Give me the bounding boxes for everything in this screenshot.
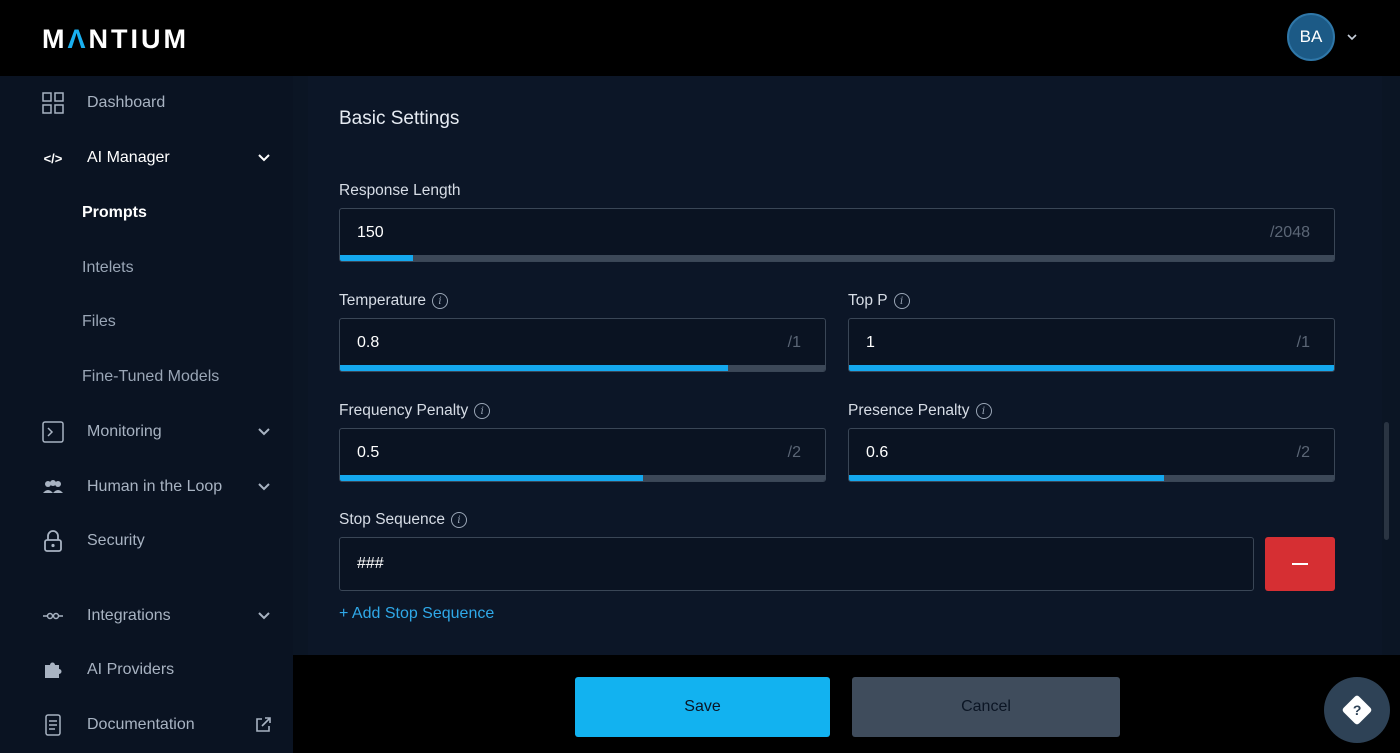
top-p-value: 1: [866, 334, 875, 351]
help-icon: ?: [1341, 694, 1373, 726]
info-icon[interactable]: i: [432, 293, 449, 309]
external-link-icon[interactable]: [254, 716, 272, 734]
presence-penalty-label: Presence Penalty i: [848, 402, 992, 420]
sidebar-item-ai-providers[interactable]: AI Providers: [0, 650, 293, 690]
terminal-icon: [42, 421, 64, 443]
plug-icon: [42, 605, 64, 627]
sidebar-subitem-files[interactable]: Files: [82, 307, 116, 337]
chevron-down-icon[interactable]: [256, 150, 272, 166]
chevron-down-icon[interactable]: [256, 479, 272, 495]
slider-fill[interactable]: [340, 255, 413, 261]
grid-icon: [42, 92, 64, 114]
save-button[interactable]: Save: [575, 677, 830, 737]
top-p-input[interactable]: 1 /1: [848, 318, 1335, 372]
cancel-button[interactable]: Cancel: [852, 677, 1120, 737]
info-icon[interactable]: i: [451, 512, 468, 528]
minus-icon: [1292, 563, 1308, 565]
stop-sequence-value: ###: [357, 555, 384, 572]
response-length-label: Response Length: [339, 182, 461, 199]
presence-penalty-max: /2: [1296, 444, 1310, 461]
sidebar-item-monitoring[interactable]: Monitoring: [0, 412, 293, 452]
slider-fill[interactable]: [849, 475, 1165, 481]
sidebar-item-label: Monitoring: [87, 423, 162, 440]
puzzle-icon: [42, 659, 64, 681]
response-length-input[interactable]: 150 /2048: [339, 208, 1335, 262]
slider-track[interactable]: [340, 255, 1334, 261]
stop-sequence-input[interactable]: ###: [339, 537, 1254, 591]
sidebar-subitem-prompts[interactable]: Prompts: [82, 198, 147, 228]
top-bar: MΛNTIUM BA: [0, 0, 1400, 76]
chevron-down-icon[interactable]: [1345, 30, 1359, 44]
scrollbar[interactable]: [1384, 422, 1389, 540]
people-icon: [42, 476, 64, 498]
frequency-penalty-input[interactable]: 0.5 /2: [339, 428, 826, 482]
sidebar-item-security[interactable]: Security: [0, 521, 293, 561]
section-title: Basic Settings: [339, 108, 460, 129]
temperature-label: Temperature i: [339, 292, 449, 310]
slider-fill[interactable]: [340, 475, 644, 481]
info-icon[interactable]: i: [975, 403, 992, 419]
temperature-value: 0.8: [357, 334, 380, 351]
presence-penalty-input[interactable]: 0.6 /2: [848, 428, 1335, 482]
sidebar-item-integrations[interactable]: Integrations: [0, 596, 293, 636]
sidebar-subitem-intelets[interactable]: Intelets: [82, 253, 134, 283]
mantium-logo[interactable]: MΛNTIUM: [42, 24, 189, 55]
sidebar-item-label: AI Manager: [87, 149, 170, 166]
sidebar-item-label: Documentation: [87, 716, 195, 733]
slider-fill[interactable]: [340, 365, 728, 371]
footer-bar: [293, 655, 1400, 753]
top-p-max: /1: [1296, 334, 1310, 351]
sidebar-item-label: Integrations: [87, 607, 171, 624]
help-button[interactable]: ?: [1324, 677, 1390, 743]
sidebar-item-label: Security: [87, 532, 145, 549]
info-icon[interactable]: i: [893, 293, 910, 309]
remove-stop-sequence-button[interactable]: [1265, 537, 1335, 591]
add-stop-sequence-link[interactable]: + Add Stop Sequence: [339, 605, 494, 623]
temperature-input[interactable]: 0.8 /1: [339, 318, 826, 372]
document-icon: [42, 714, 64, 736]
sidebar-subitem-fine-tuned-models[interactable]: Fine-Tuned Models: [82, 362, 219, 392]
top-p-label: Top P i: [848, 292, 910, 310]
frequency-penalty-label: Frequency Penalty i: [339, 402, 491, 420]
chevron-down-icon[interactable]: [256, 608, 272, 624]
temperature-max: /1: [787, 334, 801, 351]
sidebar-item-label: AI Providers: [87, 661, 175, 678]
slider-fill[interactable]: [849, 365, 1334, 371]
frequency-penalty-max: /2: [787, 444, 801, 461]
sidebar-item-label: Human in the Loop: [87, 478, 223, 495]
chevron-down-icon[interactable]: [256, 424, 272, 440]
info-icon[interactable]: i: [474, 403, 491, 419]
stop-sequence-label: Stop Sequence i: [339, 511, 468, 529]
user-avatar[interactable]: BA: [1287, 13, 1335, 61]
sidebar-item-ai-manager[interactable]: </> AI Manager: [0, 138, 293, 178]
response-length-max: /2048: [1269, 224, 1310, 241]
sidebar-item-label: Dashboard: [87, 94, 166, 111]
sidebar-item-dashboard[interactable]: Dashboard: [0, 83, 293, 123]
response-length-value: 150: [357, 224, 384, 241]
presence-penalty-value: 0.6: [866, 444, 889, 461]
lock-icon: [42, 530, 64, 552]
sidebar-item-documentation[interactable]: Documentation: [0, 705, 293, 745]
frequency-penalty-value: 0.5: [357, 444, 380, 461]
code-icon: </>: [43, 150, 63, 166]
sidebar-item-human-in-the-loop[interactable]: Human in the Loop: [0, 467, 293, 507]
logo-accent: Λ: [67, 24, 89, 54]
